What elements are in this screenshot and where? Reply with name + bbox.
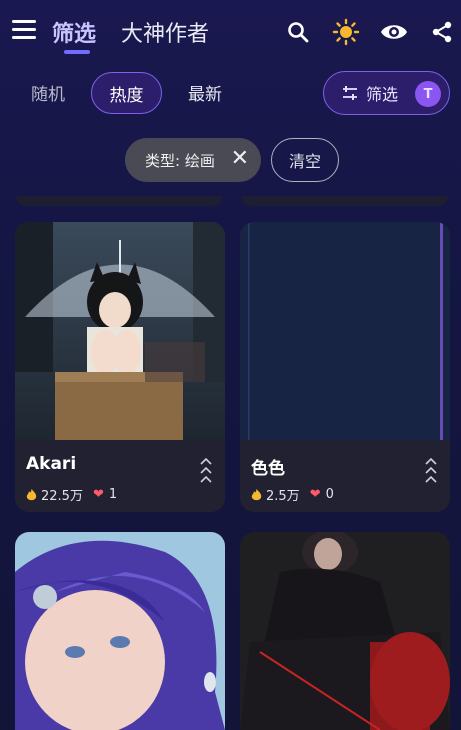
artwork-image <box>240 532 450 730</box>
artwork-card[interactable] <box>15 532 225 730</box>
artwork-card[interactable] <box>240 532 450 730</box>
chevrons-up-icon[interactable] <box>424 456 438 486</box>
sort-hot[interactable]: 热度 <box>91 72 162 114</box>
card-stats: 2.5万 ❤ 0 <box>251 485 334 504</box>
artwork-card[interactable]: 色色 2.5万 ❤ 0 <box>240 222 450 512</box>
chevrons-up-icon[interactable] <box>199 456 213 486</box>
sort-bar: 随机 热度 最新 筛选 T <box>0 70 461 116</box>
artwork-image <box>15 222 225 440</box>
share-icon[interactable] <box>428 18 456 46</box>
card-info: 色色 2.5万 ❤ 0 <box>240 440 450 512</box>
previous-card-edge <box>241 196 448 206</box>
card-info: Akari 22.5万 ❤ 1 <box>15 440 225 512</box>
tab-top-authors[interactable]: 大神作者 <box>121 16 209 48</box>
close-icon[interactable]: ✕ <box>231 148 249 170</box>
card-likes: 1 <box>108 487 118 502</box>
type-filter-label: 类型: 绘画 <box>145 151 215 170</box>
card-views: 22.5万 <box>41 489 83 504</box>
tab-filter[interactable]: 筛选 <box>52 16 96 54</box>
card-title: 色色 <box>251 459 285 479</box>
clear-button[interactable]: 清空 <box>271 138 339 182</box>
card-likes: 0 <box>325 487 334 502</box>
sun-icon[interactable] <box>332 18 360 46</box>
search-icon[interactable] <box>284 18 312 46</box>
artwork-card[interactable]: Akari 22.5万 ❤ 1 <box>15 222 225 512</box>
menu-icon[interactable] <box>12 20 36 40</box>
fire-icon <box>26 488 37 500</box>
sort-random[interactable]: 随机 <box>31 80 65 105</box>
fire-icon <box>251 488 262 500</box>
sliders-icon <box>343 86 357 100</box>
eye-icon[interactable] <box>380 18 408 46</box>
artwork-image <box>15 532 225 730</box>
heart-icon: ❤ <box>92 487 104 502</box>
heart-icon: ❤ <box>309 487 321 502</box>
filter-badge: T <box>415 81 441 107</box>
active-filters: 类型: 绘画 ✕ 清空 <box>0 138 461 184</box>
previous-card-edge <box>16 196 223 206</box>
sort-latest[interactable]: 最新 <box>188 80 222 105</box>
card-views: 2.5万 <box>266 489 300 504</box>
card-stats: 22.5万 ❤ 1 <box>26 485 117 504</box>
filter-button[interactable]: 筛选 T <box>323 71 450 115</box>
artwork-image <box>240 222 450 440</box>
filter-button-label: 筛选 <box>366 85 399 104</box>
top-bar: 筛选 大神作者 <box>0 0 461 66</box>
card-title: Akari <box>26 454 77 474</box>
type-filter-chip[interactable]: 类型: 绘画 ✕ <box>125 138 261 182</box>
